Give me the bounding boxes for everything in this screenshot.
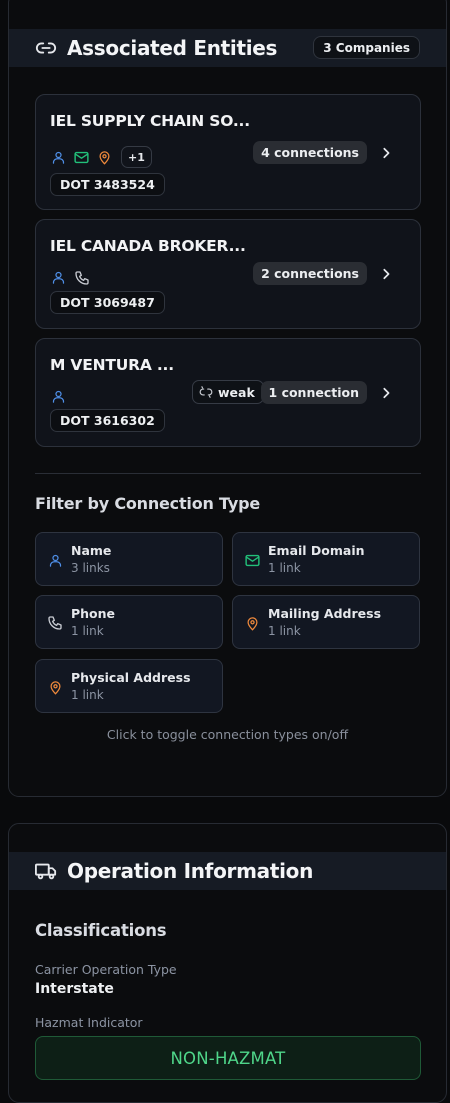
classifications-title: Classifications [35, 921, 167, 940]
chevron-right-icon[interactable] [379, 386, 393, 400]
map-pin-icon [243, 614, 261, 632]
user-icon [50, 269, 67, 286]
map-pin-icon [46, 678, 64, 696]
map-pin-icon [96, 149, 113, 166]
truck-icon [35, 860, 57, 882]
companies-count-badge: 3 Companies [313, 36, 420, 59]
entity-name: IEL SUPPLY CHAIN SO... [50, 112, 250, 130]
filter-toggle-email-domain[interactable]: Email Domain 1 link [232, 532, 420, 586]
dot-number-badge: DOT 3616302 [50, 409, 165, 432]
connection-icons [50, 388, 67, 405]
connections-count-badge: 2 connections [253, 262, 367, 285]
strength-label: weak [218, 384, 255, 400]
connection-icons: +1 [50, 146, 152, 168]
user-icon [50, 149, 67, 166]
chevron-right-icon[interactable] [379, 267, 393, 281]
operation-information-header: Operation Information [9, 852, 446, 890]
filter-label: Physical Address [71, 670, 191, 685]
hazmat-label: Hazmat Indicator [35, 1015, 143, 1030]
filter-count: 1 link [268, 561, 301, 575]
associated-entities-header: Associated Entities 3 Companies [9, 29, 446, 67]
associated-entities-card: Associated Entities 3 Companies IEL SUPP… [8, 0, 447, 797]
operation-information-card: Operation Information Classifications Ca… [8, 823, 447, 1103]
phone-icon [73, 269, 90, 286]
filter-count: 3 links [71, 561, 110, 575]
more-connections-pill: +1 [121, 146, 152, 168]
dot-number-badge: DOT 3483524 [50, 173, 165, 196]
weak-connection-badge: weak [192, 380, 264, 404]
mail-icon [73, 149, 90, 166]
filter-count: 1 link [71, 688, 104, 702]
filter-toggle-physical-address[interactable]: Physical Address 1 link [35, 659, 223, 713]
user-icon [46, 551, 64, 569]
filter-hint: Click to toggle connection types on/off [106, 727, 349, 742]
filter-count: 1 link [71, 624, 104, 638]
chevron-right-icon[interactable] [379, 146, 393, 160]
entity-card[interactable]: IEL CANADA BROKER... DOT 3069487 2 conne… [35, 219, 421, 329]
connection-icons [50, 269, 90, 286]
hazmat-status-badge: NON-HAZMAT [35, 1036, 421, 1080]
mail-icon [243, 551, 261, 569]
filter-label: Mailing Address [268, 606, 382, 621]
connections-count-badge: 4 connections [253, 141, 367, 164]
carrier-operation-value: Interstate [35, 981, 114, 997]
filter-count: 1 link [268, 624, 301, 638]
connections-count-badge: 1 connection [260, 381, 367, 404]
filter-toggle-name[interactable]: Name 3 links [35, 532, 223, 586]
carrier-operation-label: Carrier Operation Type [35, 962, 177, 977]
link-icon [35, 37, 57, 59]
filter-label: Email Domain [268, 543, 365, 558]
phone-icon [46, 614, 64, 632]
entity-card[interactable]: M VENTURA ... DOT 3616302 weak 1 connect… [35, 338, 421, 447]
entity-name: M VENTURA ... [50, 356, 174, 374]
broken-link-icon [199, 385, 213, 399]
filter-title: Filter by Connection Type [35, 494, 261, 513]
entity-name: IEL CANADA BROKER... [50, 237, 246, 255]
filter-toggle-mailing-address[interactable]: Mailing Address 1 link [232, 595, 420, 649]
section-title: Operation Information [67, 859, 314, 883]
filter-label: Name [71, 543, 112, 558]
entity-card[interactable]: IEL SUPPLY CHAIN SO... +1 DOT 3483524 4 … [35, 94, 421, 210]
filter-label: Phone [71, 606, 116, 621]
filter-toggle-phone[interactable]: Phone 1 link [35, 595, 223, 649]
divider [35, 473, 421, 474]
dot-number-badge: DOT 3069487 [50, 291, 165, 314]
section-title: Associated Entities [67, 36, 278, 60]
user-icon [50, 388, 67, 405]
